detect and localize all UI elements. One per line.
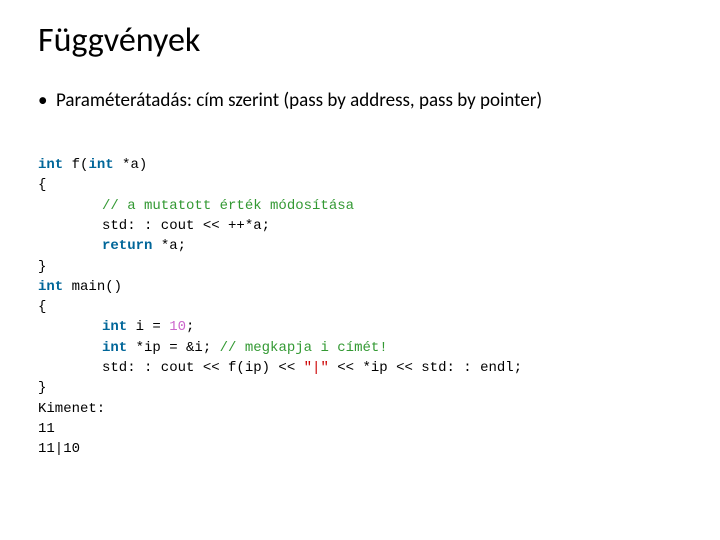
code-text: *ip = &i; xyxy=(127,340,219,356)
code-line: 11|10 xyxy=(38,441,80,457)
code-line: std: : cout << f(ip) << "|" << *ip << st… xyxy=(38,360,522,376)
code-text: std: : cout << ++*a; xyxy=(102,218,270,234)
keyword-int: int xyxy=(102,319,127,335)
code-text: f( xyxy=(63,157,88,173)
bullet-item: • Paraméterátadás: cím szerint (pass by … xyxy=(38,89,682,113)
code-line: } xyxy=(38,259,46,275)
code-text: std: : cout << f(ip) << xyxy=(102,360,304,376)
code-line: Kimenet: xyxy=(38,401,105,417)
code-line: 11 xyxy=(38,421,55,437)
page-title: Függvények xyxy=(38,20,682,61)
code-line: { xyxy=(38,177,46,193)
keyword-int: int xyxy=(88,157,113,173)
comment: // a mutatott érték módosítása xyxy=(102,198,354,214)
code-line: int i = 10; xyxy=(38,319,194,335)
comment: // megkapja i címét! xyxy=(220,340,388,356)
code-text: i = xyxy=(127,319,169,335)
code-line: return *a; xyxy=(38,238,186,254)
code-text: *a; xyxy=(152,238,186,254)
keyword-int: int xyxy=(38,279,63,295)
code-line: int f(int *a) xyxy=(38,157,147,173)
bullet-dot: • xyxy=(38,89,56,113)
bullet-text: Paraméterátadás: cím szerint (pass by ad… xyxy=(56,89,542,113)
code-text: ; xyxy=(186,319,194,335)
code-line: int main() xyxy=(38,279,122,295)
keyword-return: return xyxy=(102,238,152,254)
string-literal: "|" xyxy=(304,360,329,376)
code-line: { xyxy=(38,299,46,315)
number-literal: 10 xyxy=(169,319,186,335)
slide: Függvények • Paraméterátadás: cím szerin… xyxy=(0,0,720,480)
code-text: << *ip << std: : endl; xyxy=(329,360,522,376)
keyword-int: int xyxy=(102,340,127,356)
code-text: *a) xyxy=(114,157,148,173)
code-line: } xyxy=(38,380,46,396)
keyword-int: int xyxy=(38,157,63,173)
code-line: // a mutatott érték módosítása xyxy=(38,198,354,214)
code-block: int f(int *a) { // a mutatott érték módo… xyxy=(38,135,682,460)
code-line: std: : cout << ++*a; xyxy=(38,218,270,234)
code-text: main() xyxy=(63,279,122,295)
code-line: int *ip = &i; // megkapja i címét! xyxy=(38,340,388,356)
